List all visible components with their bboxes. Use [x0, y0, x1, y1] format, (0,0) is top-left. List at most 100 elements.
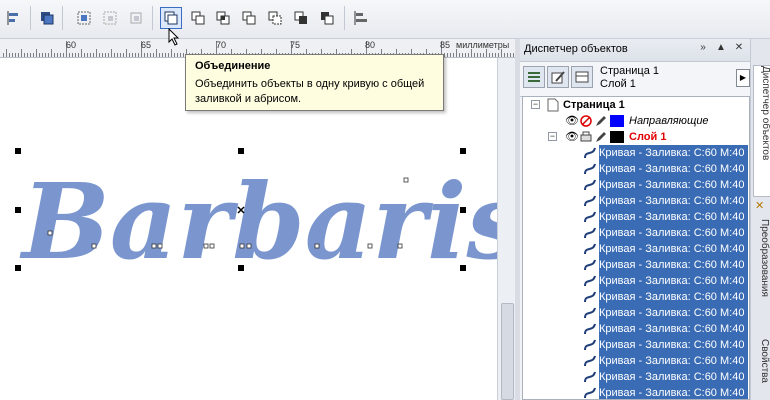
- tree-curve-row[interactable]: Кривая - Заливка: C:60 M:40: [523, 337, 749, 353]
- tree-curve-row[interactable]: Кривая - Заливка: C:60 M:40: [523, 193, 749, 209]
- tree-curve-row[interactable]: Кривая - Заливка: C:60 M:40: [523, 385, 749, 399]
- close-icon[interactable]: ✕: [732, 42, 746, 53]
- tree-curve-row[interactable]: Кривая - Заливка: C:60 M:40: [523, 177, 749, 193]
- ruler-unit: миллиметры: [456, 40, 510, 50]
- vertical-scrollbar[interactable]: [497, 58, 516, 400]
- collapse-toggle-icon[interactable]: −: [548, 132, 557, 141]
- ruler-tick: [12, 53, 13, 57]
- tree-curve-row[interactable]: Кривая - Заливка: C:60 M:40: [523, 161, 749, 177]
- layer-manager-view-icon[interactable]: [571, 66, 593, 88]
- ruler-tick: [3, 53, 4, 57]
- close-tab-icon[interactable]: ✕: [755, 199, 764, 212]
- curve-icon: [584, 355, 596, 367]
- ruler-label: 60: [66, 40, 77, 50]
- tree-curve-row[interactable]: Кривая - Заливка: C:60 M:40: [523, 145, 749, 161]
- tree-curve-row[interactable]: Кривая - Заливка: C:60 M:40: [523, 305, 749, 321]
- tooltip-title: Объединение: [195, 60, 271, 72]
- tab-properties[interactable]: Свойства: [753, 339, 770, 399]
- ruler-tick: [99, 53, 100, 57]
- ruler-tick: [138, 53, 139, 57]
- ruler-tick: [168, 53, 169, 57]
- curve-label: Кривая - Заливка: C:60 M:40: [599, 225, 749, 241]
- eye-icon[interactable]: 👁: [565, 113, 579, 129]
- curve-label: Кривая - Заливка: C:60 M:40: [599, 177, 749, 193]
- tree-curve-row[interactable]: Кривая - Заливка: C:60 M:40: [523, 289, 749, 305]
- curve-label: Кривая - Заливка: C:60 M:40: [599, 321, 749, 337]
- ungroup-all-icon[interactable]: [125, 7, 147, 29]
- tree-curve-row[interactable]: Кривая - Заливка: C:60 M:40: [523, 321, 749, 337]
- ungroup-icon[interactable]: [99, 7, 121, 29]
- printer-icon[interactable]: [580, 131, 592, 143]
- show-properties-icon[interactable]: [523, 66, 545, 88]
- tree-curve-row[interactable]: Кривая - Заливка: C:60 M:40: [523, 225, 749, 241]
- ruler-tick: [39, 53, 40, 57]
- tree-guides-row[interactable]: 👁 Направляющие: [523, 113, 749, 129]
- ruler-tick: [462, 53, 463, 57]
- simplify-icon[interactable]: [238, 7, 260, 29]
- ruler-tick: [15, 53, 16, 57]
- no-print-icon[interactable]: [580, 115, 592, 127]
- edit-across-layers-icon[interactable]: [547, 66, 569, 88]
- tree-page-row[interactable]: − Страница 1: [523, 97, 749, 113]
- pencil-icon[interactable]: [595, 131, 607, 143]
- ruler-tick: [108, 53, 109, 57]
- ruler-tick: [495, 53, 496, 57]
- pencil-icon[interactable]: [595, 115, 607, 127]
- tree-curve-row[interactable]: Кривая - Заливка: C:60 M:40: [523, 353, 749, 369]
- back-minus-front-icon[interactable]: [290, 7, 312, 29]
- guides-color-swatch[interactable]: [610, 115, 624, 127]
- ruler-tick: [486, 49, 487, 57]
- group-icon[interactable]: [36, 7, 58, 29]
- eye-icon[interactable]: 👁: [565, 129, 579, 145]
- tree-curve-row[interactable]: Кривая - Заливка: C:60 M:40: [523, 241, 749, 257]
- collapse-toggle-icon[interactable]: −: [531, 100, 540, 109]
- distribute-icon[interactable]: [73, 7, 95, 29]
- ruler-tick: [126, 49, 127, 57]
- ruler-tick: [132, 53, 133, 57]
- tab-object-manager[interactable]: Диспетчер объектов: [753, 65, 770, 197]
- ruler-label: 85: [440, 40, 451, 50]
- align-icon[interactable]: [4, 7, 26, 29]
- barbaris-curve[interactable]: Barbaris: [19, 160, 497, 283]
- ruler-tick: [60, 53, 61, 57]
- expand-icon[interactable]: »: [696, 42, 710, 53]
- tab-transformations[interactable]: Преобразования: [753, 219, 770, 334]
- trim-icon[interactable]: [187, 7, 209, 29]
- ruler-tick: [498, 53, 499, 57]
- curve-icon: [584, 195, 596, 207]
- ruler-tick: [174, 53, 175, 57]
- scrollbar-thumb[interactable]: [501, 303, 514, 400]
- ruler-tick: [96, 49, 97, 57]
- ruler-tick: [468, 53, 469, 57]
- ruler-tick: [489, 53, 490, 57]
- front-minus-back-icon[interactable]: [264, 7, 286, 29]
- align-distribute-icon[interactable]: [350, 7, 372, 29]
- tree-curve-row[interactable]: Кривая - Заливка: C:60 M:40: [523, 273, 749, 289]
- ruler-label: 75: [290, 40, 301, 50]
- ruler-tick: [501, 49, 502, 57]
- curve-label: Кривая - Заливка: C:60 M:40: [599, 273, 749, 289]
- curve-label: Кривая - Заливка: C:60 M:40: [599, 369, 749, 385]
- curve-label: Кривая - Заливка: C:60 M:40: [599, 161, 749, 177]
- tree-curve-row[interactable]: Кривая - Заливка: C:60 M:40: [523, 209, 749, 225]
- ruler-tick: [78, 53, 79, 57]
- ruler-tick: [150, 53, 151, 57]
- ruler-tick: [93, 53, 94, 57]
- weld-icon[interactable]: [160, 7, 182, 29]
- ruler-label: 80: [365, 40, 376, 50]
- ruler-tick: [117, 53, 118, 57]
- ruler-tick: [54, 53, 55, 57]
- tree-curve-row[interactable]: Кривая - Заливка: C:60 M:40: [523, 369, 749, 385]
- docker-menu-arrow-icon[interactable]: ▶: [736, 69, 750, 87]
- ruler-tick: [24, 53, 25, 57]
- intersect-icon[interactable]: [212, 7, 234, 29]
- layer-color-swatch[interactable]: [610, 131, 624, 143]
- ruler-tick: [465, 53, 466, 57]
- collapse-icon[interactable]: ▲: [714, 42, 728, 53]
- create-boundary-icon[interactable]: [316, 7, 338, 29]
- object-tree[interactable]: − Страница 1 👁 Направляющие − 👁 Слой 1 К…: [522, 96, 750, 400]
- curve-icon: [584, 259, 596, 271]
- ruler-tick: [444, 53, 445, 57]
- tree-layer-row[interactable]: − 👁 Слой 1: [523, 129, 749, 145]
- tree-curve-row[interactable]: Кривая - Заливка: C:60 M:40: [523, 257, 749, 273]
